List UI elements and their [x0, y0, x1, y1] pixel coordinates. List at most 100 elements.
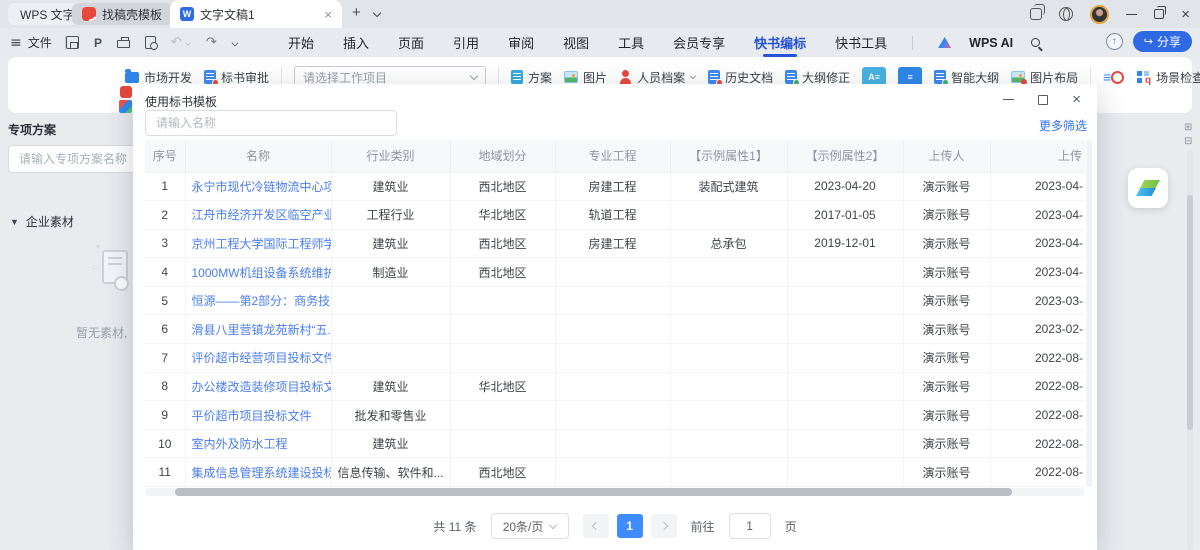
customize-toolbar-chevron-icon[interactable] — [231, 39, 238, 46]
restore-icon[interactable] — [1154, 9, 1164, 19]
empty-state-text: 暂无素材, — [76, 324, 127, 341]
print-preview-icon[interactable] — [145, 36, 156, 49]
template-name-link[interactable]: 江舟市经济开发区临空产业... — [192, 208, 332, 222]
history-doc-button[interactable]: 历史文档 — [708, 69, 773, 86]
page-unit-label: 页 — [785, 518, 797, 535]
minimize-icon[interactable] — [1126, 14, 1137, 15]
menu-item[interactable]: 审阅 — [508, 28, 534, 57]
template-name-link[interactable]: 室内外及防水工程 — [192, 437, 288, 451]
personnel-button[interactable]: 人员档案 — [619, 69, 696, 86]
menu-item[interactable]: 快书工具 — [835, 28, 887, 57]
dialog-close-icon[interactable]: × — [1072, 92, 1081, 107]
table-header-cell: 上传 — [990, 140, 1085, 172]
menu-item[interactable]: 会员专享 — [673, 28, 725, 57]
image-layout-button[interactable]: 图片布局 — [1011, 69, 1078, 86]
template-name-link[interactable]: 办公楼改造装修项目投标文件 — [192, 380, 332, 394]
search-icon[interactable] — [1031, 38, 1040, 47]
prev-page-button[interactable] — [583, 514, 609, 538]
tab-list-chevron-icon[interactable] — [373, 9, 381, 17]
file-menu-button[interactable]: ≡ 文件 — [10, 28, 73, 57]
template-name-link[interactable]: 1000MW机组设备系统维护... — [192, 266, 332, 280]
ai-check-icon[interactable] — [1103, 69, 1125, 85]
template-name-link[interactable]: 滑县八里营镇龙苑新村“五... — [192, 323, 332, 337]
collapse-triangle-icon[interactable]: ▼ — [10, 217, 19, 227]
use-bid-template-dialog: 使用标书模板 × 更多筛选 序号名称行业类别地域划分专业工程【示例属性1】【示例… — [133, 84, 1097, 550]
chevron-down-icon — [549, 521, 557, 529]
menu-item[interactable]: 快书编标 — [754, 28, 806, 57]
close-window-icon[interactable]: × — [1181, 7, 1190, 22]
tab-document[interactable]: W 文字文稿1 × — [170, 0, 342, 28]
bid-approval-icon — [204, 70, 216, 84]
print-icon[interactable] — [117, 40, 130, 48]
table-row[interactable]: 10室内外及防水工程建筑业演示账号2022-08- — [145, 429, 1085, 458]
template-name-search-input[interactable] — [145, 110, 397, 136]
table-row[interactable]: 6滑县八里营镇龙苑新村“五...演示账号2023-02- — [145, 315, 1085, 344]
template-table: 序号名称行业类别地域划分专业工程【示例属性1】【示例属性2】上传人上传1永宁市现… — [145, 140, 1085, 487]
file-menu-label: 文件 — [28, 34, 52, 51]
menu-item[interactable]: 工具 — [618, 28, 644, 57]
scene-check-button[interactable]: 场景检查 — [1137, 69, 1200, 86]
template-name-link[interactable]: 集成信息管理系统建设投标书 — [192, 466, 332, 480]
market-dev-button[interactable]: 市场开发 — [125, 69, 192, 86]
wps-ai-button[interactable]: WPS AI — [969, 36, 1013, 50]
plan-button[interactable]: 方案 — [511, 69, 552, 86]
tab-template-store[interactable]: 找稿壳模板 — [72, 3, 172, 25]
more-filters-link[interactable]: 更多筛选 — [1039, 117, 1087, 134]
table-vertical-scrollbar[interactable] — [1086, 140, 1092, 487]
skin-icon[interactable] — [1059, 7, 1073, 21]
table-horizontal-scrollbar-thumb[interactable] — [175, 488, 1012, 496]
bid-approval-button[interactable]: 标书审批 — [204, 69, 269, 86]
dialog-maximize-icon[interactable] — [1038, 95, 1048, 105]
table-row[interactable]: 5恒源——第2部分：商务技...演示账号2023-03- — [145, 286, 1085, 315]
menu-item[interactable]: 引用 — [453, 28, 479, 57]
next-page-button[interactable] — [651, 514, 677, 538]
redo-icon[interactable]: ↷ — [206, 35, 217, 50]
chevron-down-icon — [470, 71, 478, 79]
table-row[interactable]: 1永宁市现代冷链物流中心项...建筑业西北地区房建工程装配式建筑2023-04-… — [145, 172, 1085, 201]
gridline-toggle-icon[interactable]: ⊟ — [1184, 137, 1192, 147]
table-row[interactable]: 3京州工程大学国际工程师学...建筑业西北地区房建工程总承包2019-12-01… — [145, 229, 1085, 258]
undo-icon[interactable]: ↶ — [171, 35, 182, 50]
page-size-select[interactable]: 20条/页 — [491, 513, 569, 539]
menu-item[interactable]: 插入 — [343, 28, 369, 57]
current-page-button[interactable]: 1 — [617, 514, 643, 538]
divider — [912, 36, 913, 50]
dialog-minimize-icon[interactable] — [1003, 99, 1014, 100]
template-name-link[interactable]: 恒源——第2部分：商务技... — [192, 294, 332, 308]
table-row[interactable]: 7评价超市经营项目投标文件演示账号2022-08- — [145, 344, 1085, 373]
outline-fix-button[interactable]: 大纲修正 — [785, 69, 850, 86]
dialog-title: 使用标书模板 — [145, 93, 217, 110]
sidebar-section-company-assets[interactable]: ▼ 企业素材 — [10, 213, 74, 230]
table-row[interactable]: 8办公楼改造装修项目投标文件建筑业华北地区演示账号2022-08- — [145, 372, 1085, 401]
tab-manage-icon[interactable] — [1030, 8, 1042, 20]
template-name-link[interactable]: 京州工程大学国际工程师学... — [192, 237, 332, 251]
titlebar: WPS 文字 找稿壳模板 W 文字文稿1 × + × — [0, 0, 1200, 28]
table-row[interactable]: 41000MW机组设备系统维护...制造业西北地区演示账号2023-04- — [145, 258, 1085, 287]
table-row[interactable]: 11集成信息管理系统建设投标书信息传输、软件和...西北地区演示账号2022-0… — [145, 458, 1085, 487]
menu-item[interactable]: 开始 — [288, 28, 314, 57]
chart-partial-icon — [119, 100, 132, 113]
close-icon[interactable]: × — [324, 7, 332, 22]
new-tab-button[interactable]: + — [352, 4, 361, 21]
image-button[interactable]: 图片 — [564, 69, 607, 86]
undo-chevron-icon[interactable] — [185, 40, 191, 46]
table-header-cell: 名称 — [185, 140, 331, 172]
save-icon[interactable] — [66, 36, 79, 49]
export-pdf-icon[interactable]: P — [94, 36, 102, 50]
smart-outline-button[interactable]: 智能大纲 — [934, 69, 999, 86]
ribbon-partial-icon — [120, 86, 132, 98]
ruler-toggle-icon[interactable]: ⊞ — [1184, 123, 1192, 133]
goto-page-input[interactable] — [729, 513, 771, 539]
menu-item[interactable]: 视图 — [563, 28, 589, 57]
plugin-launcher-button[interactable] — [1128, 168, 1168, 208]
template-name-link[interactable]: 平价超市项目投标文件 — [192, 409, 312, 423]
cloud-upload-icon[interactable]: ↑ — [1106, 33, 1123, 50]
template-name-link[interactable]: 评价超市经营项目投标文件 — [192, 351, 332, 365]
table-row[interactable]: 2江舟市经济开发区临空产业...工程行业华北地区轨道工程2017-01-05演示… — [145, 201, 1085, 230]
menu-item[interactable]: 页面 — [398, 28, 424, 57]
share-button[interactable]: ↪ 分享 — [1133, 31, 1192, 52]
table-row[interactable]: 9平价超市项目投标文件批发和零售业演示账号2022-08- — [145, 401, 1085, 430]
vertical-scrollbar-thumb[interactable] — [1187, 195, 1193, 430]
avatar[interactable] — [1090, 5, 1109, 24]
template-name-link[interactable]: 永宁市现代冷链物流中心项... — [192, 180, 332, 194]
